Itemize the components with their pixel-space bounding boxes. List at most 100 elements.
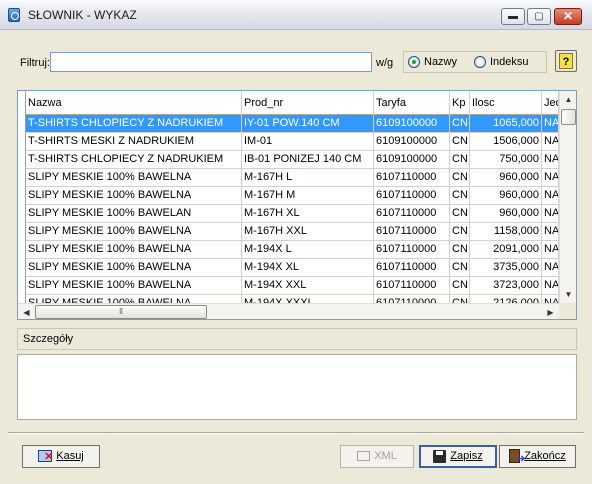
- cell-jed[interactable]: NA: [542, 277, 559, 295]
- cell-nazwa[interactable]: T-SHIRTS MESKI Z NADRUKIEM: [26, 133, 242, 151]
- zakoncz-button[interactable]: Zakończ: [499, 445, 576, 470]
- cell-nazwa[interactable]: SLIPY MESKIE 100% BAWELNA: [26, 169, 242, 187]
- horizontal-scroll-thumb[interactable]: ⦀: [35, 305, 207, 319]
- cell-prod-nr[interactable]: IM-01: [242, 133, 374, 151]
- vertical-scroll-thumb[interactable]: [561, 109, 576, 125]
- cell-nazwa[interactable]: SLIPY MESKIE 100% BAWELNA: [26, 241, 242, 259]
- column-header-nazwa[interactable]: Nazwa: [26, 91, 242, 115]
- row-indicator[interactable]: [18, 295, 26, 303]
- cell-ilosc[interactable]: 960,000: [470, 187, 542, 205]
- cell-prod-nr[interactable]: M-194X L: [242, 241, 374, 259]
- cell-nazwa[interactable]: SLIPY MESKIE 100% BAWELAN: [26, 205, 242, 223]
- cell-nazwa[interactable]: SLIPY MESKIE 100% BAWELNA: [26, 187, 242, 205]
- cell-prod-nr[interactable]: IB-01 PONIZEJ 140 CM: [242, 151, 374, 169]
- cell-kp[interactable]: CN: [450, 241, 470, 259]
- maximize-button[interactable]: ▢: [527, 8, 551, 25]
- cell-nazwa[interactable]: T-SHIRTS CHLOPIECY Z NADRUKIEM: [26, 151, 242, 169]
- kasuj-button[interactable]: Kasuj: [22, 445, 100, 468]
- items-grid[interactable]: Nazwa Prod_nr Taryfa Kp Ilosc Jed T-SHIR…: [17, 90, 577, 320]
- cell-taryfa[interactable]: 6107110000: [374, 223, 450, 241]
- table-row[interactable]: SLIPY MESKIE 100% BAWELNA M-194X L 6107110…: [18, 241, 559, 259]
- scroll-up-button[interactable]: ▲: [560, 91, 576, 108]
- cell-taryfa[interactable]: 6109100000: [374, 115, 450, 133]
- filter-input[interactable]: [50, 52, 372, 72]
- cell-jed[interactable]: NA: [542, 259, 559, 277]
- cell-kp[interactable]: CN: [450, 187, 470, 205]
- cell-ilosc[interactable]: 3735,000: [470, 259, 542, 277]
- radio-indeksu[interactable]: [474, 56, 486, 68]
- column-header-prod-nr[interactable]: Prod_nr: [242, 91, 374, 115]
- cell-prod-nr[interactable]: M-167H XL: [242, 205, 374, 223]
- row-indicator[interactable]: [18, 277, 26, 295]
- vertical-scrollbar[interactable]: ▲ ▼: [559, 91, 576, 303]
- cell-jed[interactable]: NA: [542, 115, 559, 133]
- row-indicator[interactable]: [18, 259, 26, 277]
- cell-ilosc[interactable]: 960,000: [470, 205, 542, 223]
- cell-prod-nr[interactable]: IY-01 POW.140 CM: [242, 115, 374, 133]
- row-indicator[interactable]: [18, 115, 26, 133]
- cell-prod-nr[interactable]: M-194X XL: [242, 259, 374, 277]
- cell-kp[interactable]: CN: [450, 205, 470, 223]
- row-indicator[interactable]: [18, 187, 26, 205]
- cell-prod-nr[interactable]: M-167H XXL: [242, 223, 374, 241]
- cell-jed[interactable]: NA: [542, 133, 559, 151]
- table-row[interactable]: T-SHIRTS CHLOPIECY Z NADRUKIEM IY-01 POW.…: [18, 115, 559, 133]
- row-indicator[interactable]: [18, 133, 26, 151]
- cell-taryfa[interactable]: 6107110000: [374, 241, 450, 259]
- help-button[interactable]: ?: [555, 50, 577, 72]
- cell-jed[interactable]: NA: [542, 241, 559, 259]
- cell-nazwa[interactable]: SLIPY MESKIE 100% BAWELNA: [26, 277, 242, 295]
- cell-taryfa[interactable]: 6107110000: [374, 205, 450, 223]
- cell-prod-nr[interactable]: M-194X XXL: [242, 277, 374, 295]
- table-row[interactable]: SLIPY MESKIE 100% BAWELNA M-167H XXL 61071…: [18, 223, 559, 241]
- scroll-left-button[interactable]: ◀: [18, 304, 35, 319]
- row-indicator[interactable]: [18, 151, 26, 169]
- close-button[interactable]: ✕: [554, 8, 582, 25]
- cell-ilosc[interactable]: 960,000: [470, 169, 542, 187]
- table-row[interactable]: SLIPY MESKIE 100% BAWELNA M-194X XL 610711…: [18, 259, 559, 277]
- column-header-taryfa[interactable]: Taryfa: [374, 91, 450, 115]
- table-row[interactable]: T-SHIRTS CHLOPIECY Z NADRUKIEM IB-01 PONI…: [18, 151, 559, 169]
- cell-ilosc[interactable]: 2126,000: [470, 295, 542, 303]
- row-indicator[interactable]: [18, 205, 26, 223]
- minimize-button[interactable]: ▬: [501, 8, 525, 25]
- cell-kp[interactable]: CN: [450, 259, 470, 277]
- cell-nazwa[interactable]: SLIPY MESKIE 100% BAWELNA: [26, 295, 242, 303]
- table-row[interactable]: SLIPY MESKIE 100% BAWELNA M-167H L 6107110…: [18, 169, 559, 187]
- table-row[interactable]: SLIPY MESKIE 100% BAWELNA M-194X XXXL 6107…: [18, 295, 559, 303]
- cell-kp[interactable]: CN: [450, 223, 470, 241]
- scroll-down-button[interactable]: ▼: [560, 286, 576, 303]
- row-indicator[interactable]: [18, 223, 26, 241]
- cell-prod-nr[interactable]: M-167H L: [242, 169, 374, 187]
- cell-ilosc[interactable]: 1065,000: [470, 115, 542, 133]
- cell-taryfa[interactable]: 6109100000: [374, 133, 450, 151]
- cell-ilosc[interactable]: 750,000: [470, 151, 542, 169]
- scroll-right-button[interactable]: ▶: [542, 304, 559, 319]
- cell-prod-nr[interactable]: M-167H M: [242, 187, 374, 205]
- radio-nazwy-label[interactable]: Nazwy: [424, 56, 457, 68]
- column-header-ilosc[interactable]: Ilosc: [470, 91, 542, 115]
- cell-taryfa[interactable]: 6107110000: [374, 259, 450, 277]
- radio-indeksu-label[interactable]: Indeksu: [490, 56, 529, 68]
- cell-ilosc[interactable]: 1158,000: [470, 223, 542, 241]
- column-header-kp[interactable]: Kp: [450, 91, 470, 115]
- cell-nazwa[interactable]: T-SHIRTS CHLOPIECY Z NADRUKIEM: [26, 115, 242, 133]
- horizontal-scrollbar[interactable]: ◀ ⦀ ▶: [18, 303, 559, 319]
- table-row[interactable]: SLIPY MESKIE 100% BAWELNA M-194X XXL 61071…: [18, 277, 559, 295]
- row-indicator[interactable]: [18, 241, 26, 259]
- cell-kp[interactable]: CN: [450, 169, 470, 187]
- cell-kp[interactable]: CN: [450, 115, 470, 133]
- cell-jed[interactable]: NA: [542, 205, 559, 223]
- cell-kp[interactable]: CN: [450, 133, 470, 151]
- table-row[interactable]: T-SHIRTS MESKI Z NADRUKIEM IM-01 610910000…: [18, 133, 559, 151]
- cell-kp[interactable]: CN: [450, 295, 470, 303]
- cell-prod-nr[interactable]: M-194X XXXL: [242, 295, 374, 303]
- column-header-jed[interactable]: Jed: [542, 91, 559, 115]
- cell-ilosc[interactable]: 2091,000: [470, 241, 542, 259]
- cell-taryfa[interactable]: 6109100000: [374, 151, 450, 169]
- cell-nazwa[interactable]: SLIPY MESKIE 100% BAWELNA: [26, 223, 242, 241]
- cell-kp[interactable]: CN: [450, 277, 470, 295]
- cell-jed[interactable]: NA: [542, 223, 559, 241]
- cell-kp[interactable]: CN: [450, 151, 470, 169]
- row-indicator[interactable]: [18, 169, 26, 187]
